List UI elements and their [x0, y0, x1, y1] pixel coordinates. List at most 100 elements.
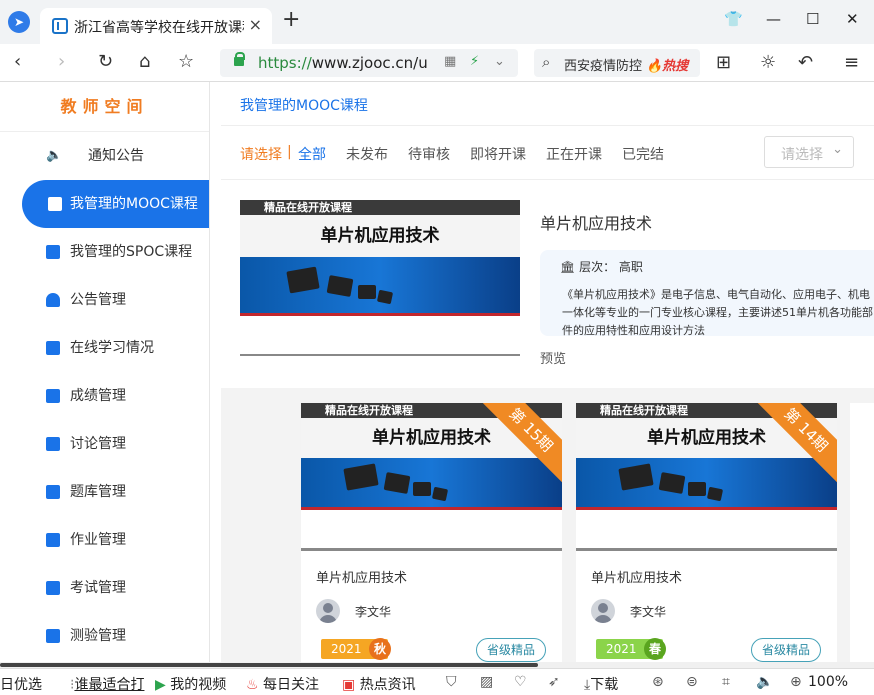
status-item-hotnews[interactable]: ▣ 热点资讯	[342, 674, 416, 694]
institution-icon: 🏛	[560, 260, 576, 274]
breadcrumb-link[interactable]: 我管理的MOOC课程	[240, 95, 368, 115]
filter-all[interactable]: 全部	[298, 144, 326, 164]
course-card[interactable]: 精品在线开放课程 单片机应用技术 第 15期 单片机应用技术 李文华 2021 …	[301, 403, 562, 662]
book-icon	[46, 245, 60, 259]
zoom-level[interactable]: 100%	[808, 674, 848, 690]
sidebar-item-learning[interactable]: 在线学习情况	[0, 324, 209, 372]
avatar	[591, 599, 615, 623]
card-course-name[interactable]: 单片机应用技术	[591, 567, 682, 586]
browser-tab[interactable]: 浙江省高等学校在线开放课程共享平台 ×	[40, 8, 272, 44]
sidebar-item-announcements[interactable]: 公告管理	[0, 276, 209, 324]
course-description: 《单片机应用技术》是电子信息、电气自动化、应用电子、机电一体化等专业的一门专业核…	[562, 288, 873, 337]
gamepad-icon[interactable]: ⊛	[652, 674, 664, 690]
heart-icon[interactable]: ♡	[514, 674, 527, 690]
translate-icon[interactable]: ⊜	[686, 674, 698, 690]
filter-pending[interactable]: 待审核	[408, 144, 450, 164]
status-item-video[interactable]: ▶ 我的视频	[155, 674, 226, 694]
banner-stripe	[240, 313, 520, 316]
hot-search-label[interactable]: 🔥热搜	[646, 55, 688, 74]
pen-icon	[46, 581, 60, 595]
back-icon[interactable]: ‹	[14, 51, 21, 72]
banner-stripe	[576, 507, 837, 510]
menu-icon[interactable]: ≡	[844, 52, 859, 73]
course-card-partial[interactable]	[850, 403, 874, 662]
sidebar-item-quiz[interactable]: 测验管理	[0, 612, 209, 660]
crop-icon[interactable]: ⌗	[722, 674, 730, 690]
tab-close-icon[interactable]: ×	[249, 15, 262, 34]
sidebar-item-discussion[interactable]: 讨论管理	[0, 420, 209, 468]
lock-icon	[234, 52, 245, 66]
status-item-daily[interactable]: ♨ 每日关注	[246, 674, 319, 694]
status-filter-bar: 请选择 | 全部 未发布 待审核 即将开课 正在开课 已完结 请选择 ⌄	[221, 126, 874, 180]
sidebar-item-exam[interactable]: 考试管理	[0, 564, 209, 612]
volume-icon[interactable]: 🔈	[756, 674, 773, 690]
sidebar-item-question-bank[interactable]: 题库管理	[0, 468, 209, 516]
scrollbar-thumb[interactable]	[0, 663, 538, 667]
sidebar: 教师空间 🔈 通知公告 我管理的MOOC课程 我管理的SPOC课程 公告管理 在…	[0, 82, 210, 662]
browser-logo-icon[interactable]: ➤	[8, 11, 30, 33]
search-input[interactable]: 西安疫情防控	[564, 55, 644, 74]
url-bar[interactable]: https://www.zjooc.cn/u ▦ ⚡ ⌄	[220, 49, 518, 77]
sidebar-item-label: 讨论管理	[70, 436, 126, 452]
preview-divider	[240, 354, 520, 356]
sidebar-item-label: 考试管理	[70, 580, 126, 596]
refresh-icon[interactable]: ↻	[98, 51, 113, 72]
sidebar-item-homework[interactable]: 作业管理	[0, 516, 209, 564]
sidebar-item-label: 在线学习情况	[70, 340, 154, 356]
sidebar-item-label: 作业管理	[70, 532, 126, 548]
shield-icon[interactable]: ⛉	[446, 674, 457, 690]
chevron-down-icon[interactable]: ⌄	[494, 54, 505, 69]
minimize-icon[interactable]: —	[766, 10, 781, 28]
new-tab-button[interactable]: +	[282, 9, 300, 31]
sidebar-item-label: 通知公告	[88, 148, 144, 164]
teacher-name: 李文华	[630, 605, 667, 619]
status-select[interactable]: 请选择 ⌄	[764, 136, 854, 168]
maximize-icon[interactable]: ☐	[806, 10, 819, 28]
download-button[interactable]: ⤓下载	[584, 674, 618, 694]
select-placeholder: 请选择	[781, 147, 823, 163]
sidebar-item-label: 成绩管理	[70, 388, 126, 404]
course-card[interactable]: 精品在线开放课程 单片机应用技术 第 14期 单片机应用技术 李文华 2021 …	[576, 403, 837, 662]
main-content: 我管理的MOOC课程 请选择 | 全部 未发布 待审核 即将开课 正在开课 已完…	[221, 82, 874, 662]
star-icon[interactable]: ☆	[178, 51, 194, 72]
apps-icon[interactable]: ⊞	[716, 52, 731, 73]
course-banner-image[interactable]: 精品在线开放课程 单片机应用技术	[240, 200, 520, 316]
sidebar-item-mooc[interactable]: 我管理的MOOC课程	[22, 180, 209, 228]
sidebar-item-label: 公告管理	[70, 292, 126, 308]
search-box[interactable]: ⌕ 西安疫情防控 🔥热搜	[534, 49, 700, 77]
zoom-icon[interactable]: ⊕	[790, 674, 802, 690]
filter-upcoming[interactable]: 即将开课	[470, 144, 526, 164]
breadcrumb: 我管理的MOOC课程	[221, 82, 874, 126]
bell-icon	[46, 293, 60, 307]
shirt-icon[interactable]: 👕	[724, 10, 743, 28]
filter-finished[interactable]: 已完结	[622, 144, 664, 164]
image-icon[interactable]: ▨	[480, 674, 493, 690]
book-icon	[48, 197, 62, 211]
grade-icon	[46, 389, 60, 403]
forward-icon[interactable]: ›	[58, 51, 65, 72]
sidebar-item-label: 我管理的MOOC课程	[70, 196, 198, 212]
status-item-youxuan[interactable]: 日优选	[0, 674, 42, 694]
undo-icon[interactable]: ↶	[798, 52, 813, 73]
home-icon[interactable]: ⌂	[139, 51, 150, 72]
grade-tag: 省级精品	[476, 638, 546, 662]
course-banner-image: 精品在线开放课程 单片机应用技术 第 15期	[301, 403, 562, 551]
tab-title: 浙江省高等学校在线开放课程共享平台	[74, 20, 244, 36]
sidebar-item-notice[interactable]: 🔈 通知公告	[0, 132, 209, 180]
preview-link[interactable]: 预览	[540, 348, 566, 367]
lightning-icon[interactable]: ⚡	[470, 54, 479, 69]
status-item-news[interactable]: ⁝谁最适合打	[70, 674, 152, 694]
card-course-name[interactable]: 单片机应用技术	[316, 567, 407, 586]
course-title[interactable]: 单片机应用技术	[540, 210, 652, 234]
sidebar-item-grades[interactable]: 成绩管理	[0, 372, 209, 420]
qr-icon[interactable]: ▦	[444, 54, 456, 69]
banner-chips-image	[240, 257, 520, 315]
close-window-icon[interactable]: ✕	[846, 10, 859, 28]
url-text[interactable]: https://www.zjooc.cn/u	[258, 54, 448, 72]
sidebar-item-spoc[interactable]: 我管理的SPOC课程	[0, 228, 209, 276]
banner-chips-image	[301, 458, 562, 508]
rocket-icon[interactable]: ➶	[548, 674, 560, 690]
filter-unpublished[interactable]: 未发布	[346, 144, 388, 164]
filter-ongoing[interactable]: 正在开课	[546, 144, 602, 164]
brightness-icon[interactable]: ☼	[760, 52, 776, 73]
